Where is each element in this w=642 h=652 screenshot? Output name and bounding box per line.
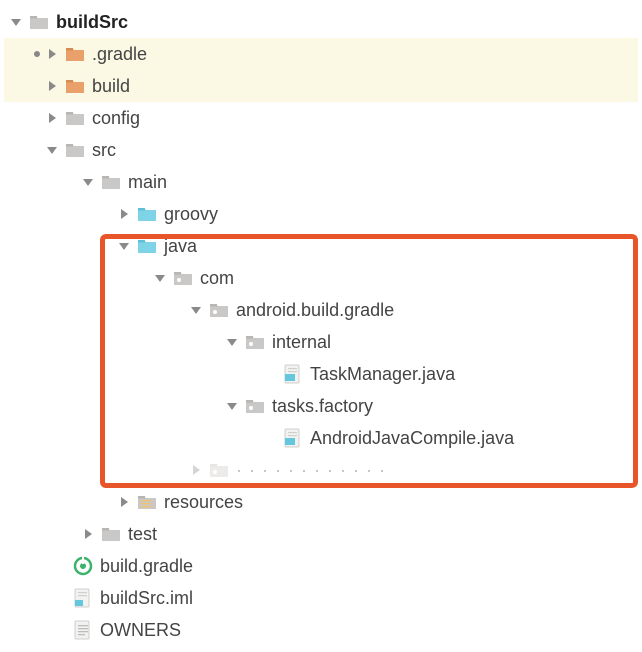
- node-label: build.gradle: [100, 556, 193, 577]
- chevron-right-icon[interactable]: [188, 463, 204, 477]
- node-label: tasks.factory: [272, 396, 373, 417]
- node-label: config: [92, 108, 140, 129]
- chevron-right-icon[interactable]: [44, 79, 60, 93]
- node-label: java: [164, 236, 197, 257]
- folder-icon: [28, 12, 50, 32]
- chevron-down-icon[interactable]: [224, 335, 240, 349]
- node-label: android.build.gradle: [236, 300, 394, 321]
- chevron-right-icon[interactable]: [80, 527, 96, 541]
- node-label: TaskManager.java: [310, 364, 455, 385]
- chevron-down-icon[interactable]: [44, 143, 60, 157]
- iml-file-icon: [72, 588, 94, 608]
- package-icon: [172, 268, 194, 288]
- chevron-right-icon[interactable]: [44, 47, 60, 61]
- folder-icon: [64, 44, 86, 64]
- chevron-down-icon[interactable]: [152, 271, 168, 285]
- chevron-right-icon[interactable]: [116, 207, 132, 221]
- tree-node-test[interactable]: test: [4, 518, 638, 550]
- package-icon: [244, 332, 266, 352]
- tree-node-android-build-gradle[interactable]: android.build.gradle: [4, 294, 638, 326]
- tree-node-gradle-dir[interactable]: .gradle: [4, 38, 638, 70]
- gradle-file-icon: [72, 556, 94, 576]
- package-icon: [208, 460, 230, 480]
- tree-node-config[interactable]: config: [4, 102, 638, 134]
- java-file-icon: [282, 428, 304, 448]
- tree-node-owners[interactable]: OWNERS: [4, 614, 638, 646]
- folder-icon: [64, 140, 86, 160]
- tree-node-buildsrc-iml[interactable]: buildSrc.iml: [4, 582, 638, 614]
- chevron-down-icon[interactable]: [224, 399, 240, 413]
- tree-node-buildsrc[interactable]: buildSrc: [4, 6, 638, 38]
- folder-icon: [100, 172, 122, 192]
- chevron-right-icon[interactable]: [116, 495, 132, 509]
- tree-node-build-gradle-file[interactable]: build.gradle: [4, 550, 638, 582]
- node-label: .gradle: [92, 44, 147, 65]
- status-dot: [34, 51, 40, 57]
- folder-icon: [64, 108, 86, 128]
- node-label: groovy: [164, 204, 218, 225]
- chevron-down-icon[interactable]: [8, 15, 24, 29]
- node-label: AndroidJavaCompile.java: [310, 428, 514, 449]
- tree-node-java[interactable]: java: [4, 230, 638, 262]
- source-folder-icon: [136, 204, 158, 224]
- node-label: buildSrc.iml: [100, 588, 193, 609]
- tree-node-taskmanager[interactable]: TaskManager.java: [4, 358, 638, 390]
- tree-node-groovy[interactable]: groovy: [4, 198, 638, 230]
- node-label: test: [128, 524, 157, 545]
- project-tree: buildSrc .gradle build config src main g…: [4, 6, 638, 646]
- node-label: · · · · · · · · · · · ·: [236, 460, 386, 481]
- node-label: com: [200, 268, 234, 289]
- tree-node-resources[interactable]: resources: [4, 486, 638, 518]
- chevron-down-icon[interactable]: [80, 175, 96, 189]
- node-label: buildSrc: [56, 12, 128, 33]
- chevron-down-icon[interactable]: [116, 239, 132, 253]
- folder-icon: [100, 524, 122, 544]
- tree-node-main[interactable]: main: [4, 166, 638, 198]
- node-label: main: [128, 172, 167, 193]
- resources-folder-icon: [136, 492, 158, 512]
- node-label: internal: [272, 332, 331, 353]
- tree-node-tasks-factory[interactable]: tasks.factory: [4, 390, 638, 422]
- tree-node-com[interactable]: com: [4, 262, 638, 294]
- node-label: OWNERS: [100, 620, 181, 641]
- tree-node-obscured[interactable]: · · · · · · · · · · · ·: [4, 454, 638, 486]
- package-icon: [244, 396, 266, 416]
- node-label: src: [92, 140, 116, 161]
- tree-node-androidjavacompile[interactable]: AndroidJavaCompile.java: [4, 422, 638, 454]
- chevron-right-icon[interactable]: [44, 111, 60, 125]
- node-label: resources: [164, 492, 243, 513]
- tree-node-build-dir[interactable]: build: [4, 70, 638, 102]
- node-label: build: [92, 76, 130, 97]
- folder-icon: [64, 76, 86, 96]
- text-file-icon: [72, 620, 94, 640]
- tree-node-internal[interactable]: internal: [4, 326, 638, 358]
- chevron-down-icon[interactable]: [188, 303, 204, 317]
- source-folder-icon: [136, 236, 158, 256]
- tree-node-src[interactable]: src: [4, 134, 638, 166]
- java-file-icon: [282, 364, 304, 384]
- package-icon: [208, 300, 230, 320]
